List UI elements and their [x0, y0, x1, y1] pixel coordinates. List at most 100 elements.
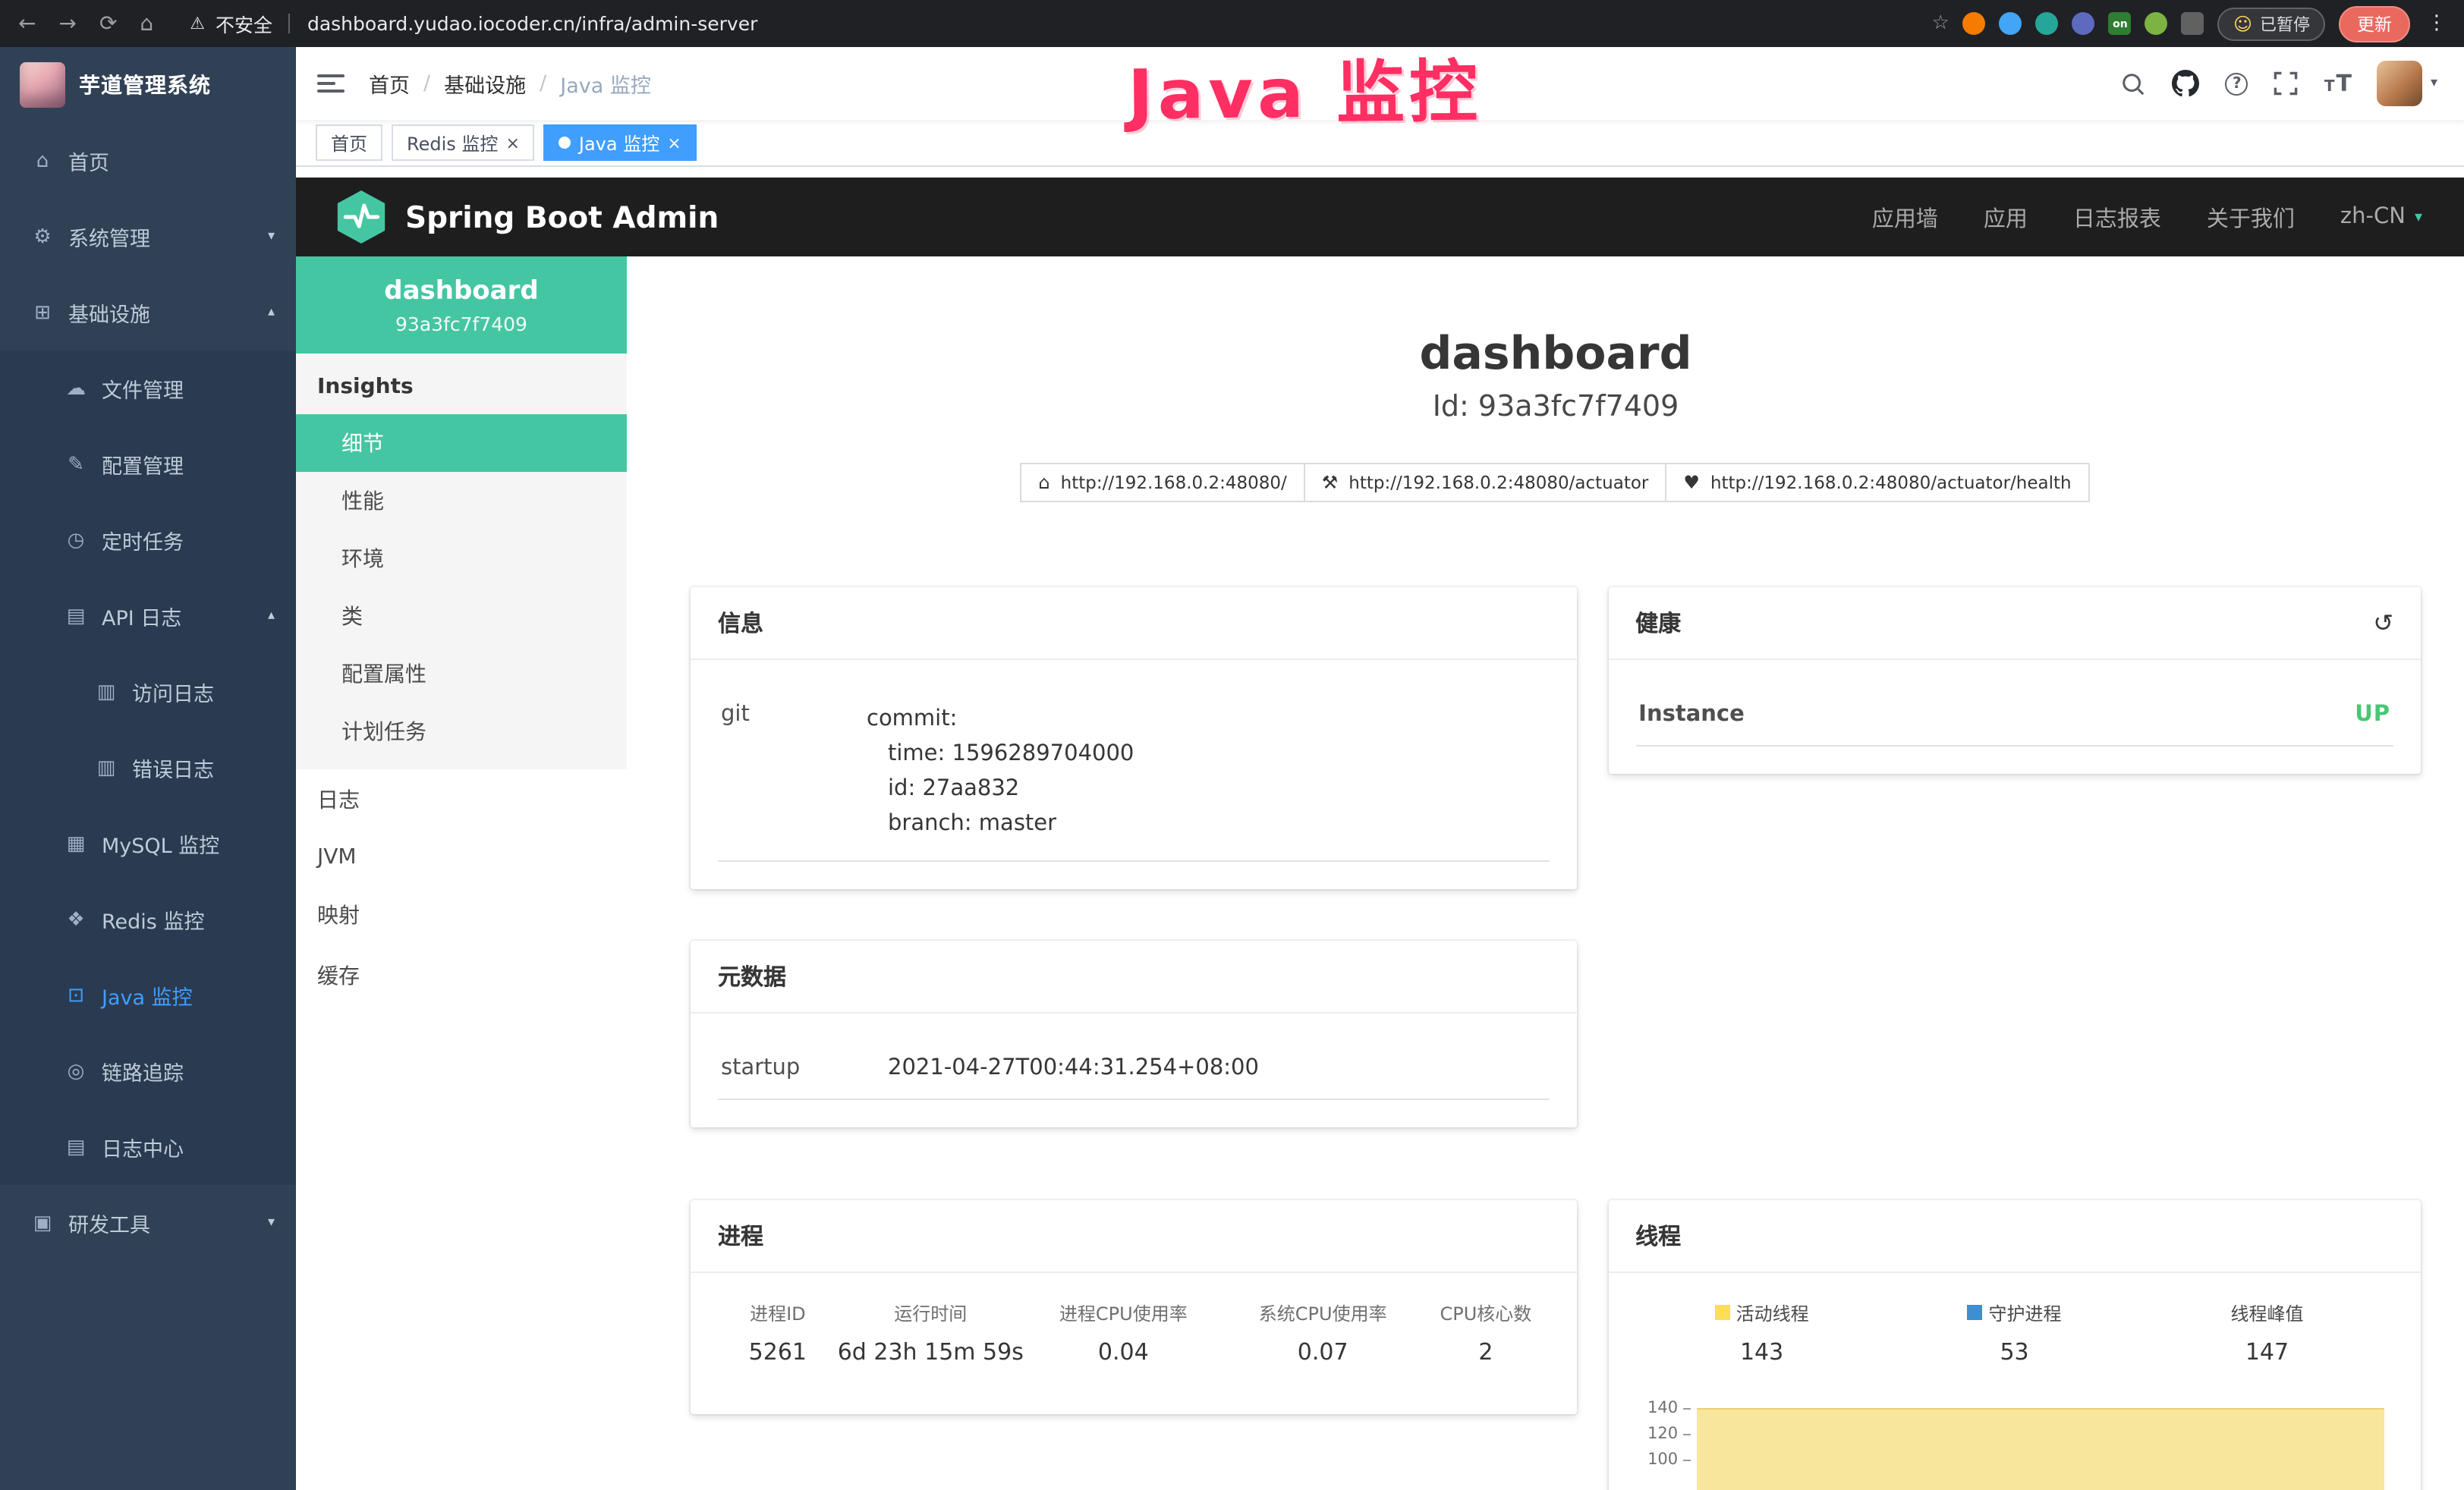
health-url-text: http://192.168.0.2:48080/actuator/health [1710, 472, 2072, 493]
update-button[interactable]: 更新 [2339, 5, 2410, 42]
spring-boot-admin-logo [335, 188, 387, 246]
sba-brand-title[interactable]: Spring Boot Admin [405, 200, 719, 234]
java-monitor-icon: ⊡ [64, 984, 88, 1007]
threads-card: 线程 活动线程 143 [1608, 1200, 2421, 1490]
forward-icon[interactable]: → [58, 13, 76, 34]
sidebar-item-file-management[interactable]: ☁ 文件管理 [0, 350, 296, 426]
sidebar-item-redis-monitor[interactable]: ❖ Redis 监控 [0, 882, 296, 957]
metric-uptime: 运行时间 6d 23h 15m 59s [838, 1300, 1024, 1366]
sidebar-item-log-center[interactable]: ▤ 日志中心 [0, 1109, 296, 1185]
health-url-link[interactable]: ♥ http://192.168.0.2:48080/actuator/heal… [1665, 463, 2089, 502]
fullscreen-icon[interactable] [2274, 71, 2299, 96]
sidebar-item-scheduled-tasks[interactable]: ◷ 定时任务 [0, 502, 296, 578]
breadcrumb-item-home[interactable]: 首页 [369, 68, 410, 99]
chevron-up-icon: ▴ [268, 305, 275, 320]
extension-icon-on-badge[interactable]: on [2109, 12, 2132, 35]
extension-icon-1[interactable] [1963, 12, 1986, 35]
close-icon[interactable]: × [667, 134, 681, 151]
help-icon[interactable]: ? [2226, 72, 2248, 95]
extension-icon-3[interactable] [2036, 12, 2059, 35]
sidebar-item-mysql-monitor[interactable]: ▦ MySQL 监控 [0, 806, 296, 882]
sidebar-item-home[interactable]: ⌂ 首页 [0, 123, 296, 199]
actuator-url-text: http://192.168.0.2:48080/actuator [1348, 472, 1648, 493]
sidebar-item-infrastructure[interactable]: ⊞ 基础设施 ▴ [0, 275, 296, 350]
insights-header: Insights [296, 357, 627, 414]
sba-sidebar: dashboard 93a3fc7f7409 Insights 细节 性能 环境… [296, 256, 627, 1006]
y-tick: 100 [1647, 1451, 1690, 1469]
sba-item-mappings[interactable]: 映射 [296, 885, 627, 945]
sba-body: dashboard 93a3fc7f7409 Insights 细节 性能 环境… [296, 256, 2464, 1490]
legend-daemon-threads: 守护进程 53 [1888, 1297, 2141, 1366]
sba-item-classes[interactable]: 类 [296, 587, 627, 645]
chevron-up-icon: ▴ [268, 608, 275, 624]
sidebar-item-error-logs[interactable]: ▥ 错误日志 [0, 730, 296, 806]
sba-nav-applications[interactable]: 应用 [1984, 201, 2028, 233]
sba-item-details[interactable]: 细节 [296, 414, 627, 472]
log-center-icon: ▤ [64, 1136, 88, 1158]
sba-item-performance[interactable]: 性能 [296, 472, 627, 530]
sba-item-jvm[interactable]: JVM [296, 830, 627, 885]
card-title: 进程 [718, 1220, 763, 1252]
active-tab-dot [559, 137, 571, 149]
sba-nav-wallboard[interactable]: 应用墙 [1872, 201, 1938, 233]
git-branch-line: branch: master [867, 807, 1546, 842]
reload-icon[interactable]: ⟳ [99, 13, 117, 34]
sba-nav-about[interactable]: 关于我们 [2207, 201, 2295, 233]
tab-redis-monitor[interactable]: Redis 监控 × [392, 124, 535, 161]
sba-item-scheduled-tasks[interactable]: 计划任务 [296, 703, 627, 760]
service-url-link[interactable]: ⌂ http://192.168.0.2:48080/ [1020, 463, 1304, 502]
app-logo[interactable]: 芋道管理系统 [0, 47, 296, 123]
breadcrumb: 首页 / 基础设施 / Java 监控 [369, 68, 651, 99]
github-icon[interactable] [2173, 70, 2200, 97]
address-bar[interactable]: ⚠ 不安全 dashboard.yudao.iocoder.cn/infra/a… [190, 9, 1931, 38]
instance-header[interactable]: dashboard 93a3fc7f7409 [296, 256, 627, 354]
user-menu[interactable]: ▾ [2377, 61, 2437, 106]
active-threads-area [1696, 1408, 2384, 1490]
process-card: 进程 进程ID 5261 运行时间 [691, 1200, 1576, 1414]
metadata-row-label: startup [721, 1056, 888, 1080]
collapse-sidebar-icon[interactable] [317, 74, 345, 93]
breadcrumb-separator: / [540, 71, 546, 96]
extension-icon-4[interactable] [2072, 12, 2095, 35]
not-secure-warning-icon: ⚠ [190, 14, 205, 33]
locale-label: zh-CN [2340, 205, 2406, 229]
breadcrumb-item-infrastructure[interactable]: 基础设施 [444, 68, 526, 99]
browser-chrome: ← → ⟳ ⌂ ⚠ 不安全 dashboard.yudao.iocoder.cn… [0, 0, 2464, 47]
back-icon[interactable]: ← [18, 13, 36, 34]
font-size-icon[interactable]: T T [2324, 72, 2352, 95]
sba-nav-journal[interactable]: 日志报表 [2073, 201, 2161, 233]
sba-content: dashboard Id: 93a3fc7f7409 ⌂ http://192.… [627, 256, 2464, 1490]
sidebar-item-config-management[interactable]: ✎ 配置管理 [0, 426, 296, 502]
extension-puzzle-icon[interactable] [2182, 12, 2204, 35]
tab-label: 首页 [331, 130, 367, 156]
extension-icon-5[interactable] [2145, 12, 2168, 35]
sba-item-config-properties[interactable]: 配置属性 [296, 645, 627, 703]
close-icon[interactable]: × [505, 134, 519, 151]
sidebar-item-access-logs[interactable]: ▥ 访问日志 [0, 654, 296, 730]
metadata-card: 元数据 startup 2021-04-27T00:44:31.254+08:0… [691, 941, 1576, 1127]
sidebar-item-java-monitor[interactable]: ⊡ Java 监控 [0, 957, 296, 1033]
sba-item-logs[interactable]: 日志 [296, 769, 627, 830]
extension-icon-2[interactable] [2000, 12, 2022, 35]
browser-home-icon[interactable]: ⌂ [140, 13, 153, 34]
sidebar-item-system-management[interactable]: ⚙ 系统管理 ▾ [0, 199, 296, 275]
search-icon[interactable] [2121, 71, 2147, 96]
info-card: 信息 git commit: time: 1596289704000 id: 2… [691, 587, 1576, 889]
sba-item-caches[interactable]: 缓存 [296, 945, 627, 1006]
paused-badge[interactable]: ☺ 已暂停 [2218, 7, 2325, 40]
sba-item-environment[interactable]: 环境 [296, 530, 627, 587]
sidebar-item-dev-tools[interactable]: ▣ 研发工具 ▾ [0, 1185, 296, 1261]
sidebar-item-tracing[interactable]: ◎ 链路追踪 [0, 1033, 296, 1109]
instance-links: ⌂ http://192.168.0.2:48080/ ⚒ http://192… [691, 463, 2421, 502]
tab-java-monitor[interactable]: Java 监控 × [544, 124, 697, 161]
sidebar-menu: ⌂ 首页 ⚙ 系统管理 ▾ ⊞ 基础设施 ▴ ☁ 文件管理 ✎ 配置管理 [0, 123, 296, 1261]
file-management-icon: ☁ [64, 377, 88, 400]
actuator-url-link[interactable]: ⚒ http://192.168.0.2:48080/actuator [1304, 463, 1667, 502]
tab-home[interactable]: 首页 [316, 124, 382, 161]
history-icon[interactable]: ↺ [2373, 611, 2393, 635]
browser-menu-icon[interactable]: ⋮ [2427, 14, 2447, 33]
bookmark-star-icon[interactable]: ☆ [1932, 14, 1949, 33]
sidebar-item-api-logs[interactable]: ▤ API 日志 ▴ [0, 578, 296, 654]
locale-selector[interactable]: zh-CN ▾ [2340, 205, 2422, 229]
error-log-icon: ▥ [94, 756, 118, 779]
